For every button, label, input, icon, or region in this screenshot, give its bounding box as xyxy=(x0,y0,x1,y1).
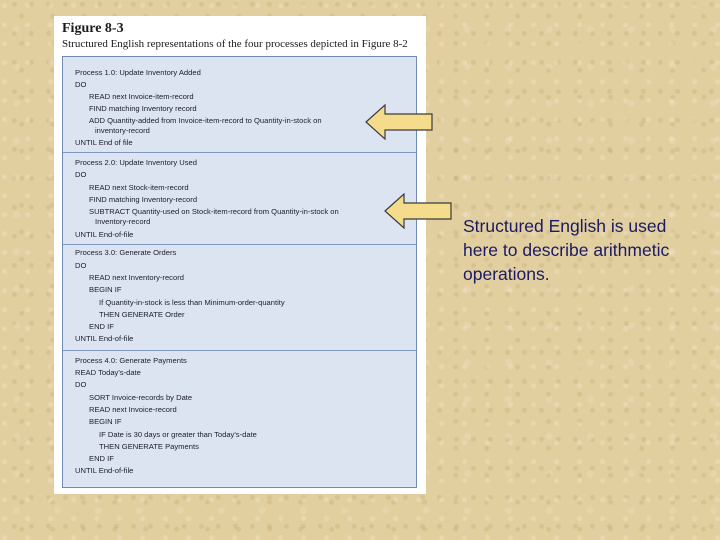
process-line: THEN GENERATE Order xyxy=(99,310,185,319)
process-line: FIND matching Inventory-record xyxy=(89,195,198,204)
figure-panel: Figure 8-3 Structured English representa… xyxy=(54,16,426,494)
process-heading: Process 1.0: Update Inventory Added xyxy=(75,68,201,77)
process-line: UNTIL End of file xyxy=(75,138,133,147)
process-line: READ next Inventory-record xyxy=(89,273,184,282)
process-line: THEN GENERATE Payments xyxy=(99,442,199,451)
process-1: Process 1.0: Update Inventory Added DO R… xyxy=(63,57,416,153)
process-line: inventory-record xyxy=(95,126,150,135)
process-line: Inventory-record xyxy=(95,217,151,226)
process-line: UNTIL End-of-file xyxy=(75,334,134,343)
figure-subtitle: Structured English representations of th… xyxy=(62,38,408,50)
process-2: Process 2.0: Update Inventory Used DO RE… xyxy=(63,153,416,245)
figure-title: Figure 8-3 xyxy=(62,21,124,36)
process-line: DO xyxy=(75,380,87,389)
process-heading: Process 2.0: Update Inventory Used xyxy=(75,158,197,167)
process-line: READ next Invoice-record xyxy=(89,405,177,414)
left-arrow-icon xyxy=(384,193,452,229)
process-line: FIND matching Inventory record xyxy=(89,104,197,113)
process-line: END IF xyxy=(89,454,114,463)
process-3: Process 3.0: Generate Orders DO READ nex… xyxy=(63,245,416,351)
process-line: READ next Invoice-item-record xyxy=(89,92,194,101)
process-line: DO xyxy=(75,80,87,89)
process-line: ADD Quantity-added from Invoice-item-rec… xyxy=(89,116,322,125)
process-line: READ next Stock-item-record xyxy=(89,183,189,192)
process-line: SUBTRACT Quantity-used on Stock-item-rec… xyxy=(89,207,339,216)
process-line: UNTIL End-of-file xyxy=(75,466,134,475)
process-line: DO xyxy=(75,261,87,270)
process-line: BEGIN IF xyxy=(89,417,122,426)
process-line: UNTIL End-of-file xyxy=(75,230,134,239)
process-line: END IF xyxy=(89,322,114,331)
slide: Figure 8-3 Structured English representa… xyxy=(0,0,720,540)
process-line: IF Date is 30 days or greater than Today… xyxy=(99,430,257,439)
caption-text: Structured English is used here to descr… xyxy=(463,216,670,284)
process-line: DO xyxy=(75,170,87,179)
process-heading: Process 3.0: Generate Orders xyxy=(75,248,177,257)
process-heading: Process 4.0: Generate Payments xyxy=(75,356,187,365)
process-line: BEGIN IF xyxy=(89,285,122,294)
process-line: READ Today's-date xyxy=(75,368,141,377)
process-4: Process 4.0: Generate Payments READ Toda… xyxy=(63,351,416,487)
process-line: If Quantity-in-stock is less than Minimu… xyxy=(99,298,285,307)
left-arrow-icon xyxy=(365,104,433,140)
process-box: Process 1.0: Update Inventory Added DO R… xyxy=(62,56,417,488)
process-line: SORT Invoice-records by Date xyxy=(89,393,193,402)
